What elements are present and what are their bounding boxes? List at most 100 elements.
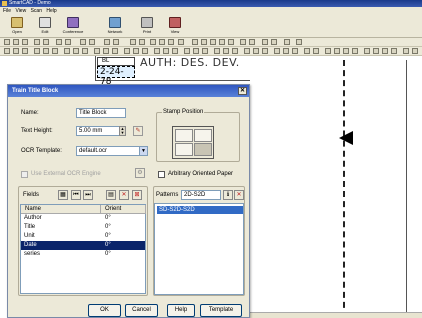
field-row-selected[interactable]: Date 0°: [21, 241, 145, 250]
erase-icon[interactable]: [82, 48, 88, 54]
fields-last-button[interactable]: ⏭: [83, 190, 93, 200]
patterns-list[interactable]: SD-S2D-S2D: [154, 203, 244, 295]
marker-icon[interactable]: [292, 48, 298, 54]
deskew-icon[interactable]: [232, 48, 238, 54]
field-row[interactable]: series 0°: [21, 250, 145, 259]
tool-g-icon[interactable]: [334, 48, 340, 54]
tool-l-icon[interactable]: [382, 48, 388, 54]
dim-icon[interactable]: [73, 48, 79, 54]
color-icon[interactable]: [274, 48, 280, 54]
save-icon[interactable]: [22, 39, 28, 45]
cancel-button[interactable]: Cancel: [125, 304, 158, 317]
copy-icon[interactable]: [43, 39, 49, 45]
rect-icon[interactable]: [34, 48, 40, 54]
refresh-icon[interactable]: [240, 39, 246, 45]
ok-button[interactable]: OK: [88, 304, 121, 317]
fillet-icon[interactable]: [154, 48, 160, 54]
trim-icon[interactable]: [94, 48, 100, 54]
column-header-orient[interactable]: Orient: [101, 205, 146, 214]
ocr-template-select[interactable]: default.ocr ▼: [76, 146, 148, 156]
filter-icon[interactable]: [253, 48, 259, 54]
menu-help[interactable]: Help: [46, 8, 56, 14]
text-height-spinner[interactable]: ▲ ▼: [119, 126, 126, 136]
use-external-ocr-checkbox[interactable]: [21, 171, 28, 178]
stamp-cell-bottom-right[interactable]: [194, 143, 212, 156]
arbitrary-oriented-checkbox[interactable]: [158, 171, 165, 178]
stamp-position-grid[interactable]: [172, 126, 214, 159]
cut-icon[interactable]: [56, 39, 62, 45]
pattern-delete-button[interactable]: ✕: [234, 190, 244, 200]
menu-view[interactable]: View: [15, 8, 26, 14]
block-icon[interactable]: [172, 48, 178, 54]
fields-table-button[interactable]: ▤: [106, 190, 116, 200]
tool-n-icon[interactable]: [403, 48, 409, 54]
mirror-icon[interactable]: [139, 39, 145, 45]
horizontal-scrollbar[interactable]: [250, 312, 422, 318]
fill-icon[interactable]: [262, 48, 268, 54]
network-button[interactable]: Network: [104, 17, 126, 37]
circle-icon[interactable]: [22, 48, 28, 54]
scan-icon[interactable]: [34, 39, 40, 45]
menu-file[interactable]: File: [3, 8, 11, 14]
grid-icon[interactable]: [168, 39, 174, 45]
title-block-selected-cell[interactable]: 2-24-78: [97, 66, 135, 87]
tool-h-icon[interactable]: [343, 48, 349, 54]
conference-button[interactable]: Conference: [62, 17, 84, 37]
pattern-input[interactable]: 2D-S2D: [181, 190, 221, 200]
properties-icon[interactable]: [249, 39, 255, 45]
field-row[interactable]: Author 0°: [21, 214, 145, 223]
chamfer-icon[interactable]: [163, 48, 169, 54]
zoom-all-icon[interactable]: [219, 39, 225, 45]
tool-i-icon[interactable]: [352, 48, 358, 54]
template-button[interactable]: Template: [200, 304, 242, 317]
line-icon[interactable]: [4, 48, 10, 54]
ocr-icon[interactable]: [193, 48, 199, 54]
tool-f-icon[interactable]: [325, 48, 331, 54]
fields-list[interactable]: Name Orient Author 0° Title 0° Unit 0° D…: [20, 204, 146, 294]
layer-icon[interactable]: [159, 39, 165, 45]
stamp-cell-top-left[interactable]: [175, 129, 193, 142]
pick-height-button[interactable]: ✎: [133, 126, 143, 136]
scale-icon[interactable]: [142, 48, 148, 54]
select-icon[interactable]: [104, 39, 110, 45]
tool-k-icon[interactable]: [373, 48, 379, 54]
print-button[interactable]: Print: [136, 17, 158, 37]
tool-c-icon[interactable]: [284, 39, 290, 45]
pan-icon[interactable]: [113, 39, 119, 45]
extend-icon[interactable]: [103, 48, 109, 54]
paste-icon[interactable]: [65, 39, 71, 45]
zoom-fit-icon[interactable]: [228, 39, 234, 45]
view-button[interactable]: View: [164, 17, 186, 37]
crop-icon[interactable]: [244, 48, 250, 54]
arc-icon[interactable]: [13, 48, 19, 54]
raster-icon[interactable]: [214, 48, 220, 54]
offset-icon[interactable]: [112, 48, 118, 54]
poly-icon[interactable]: [43, 48, 49, 54]
fields-clear-button[interactable]: ⊠: [132, 190, 142, 200]
fields-delete-button[interactable]: ✕: [119, 190, 129, 200]
stamp-cell-top-right[interactable]: [194, 129, 212, 142]
zoom-window-icon[interactable]: [192, 39, 198, 45]
snap-icon[interactable]: [178, 39, 184, 45]
vectorize-icon[interactable]: [202, 48, 208, 54]
tool-m-icon[interactable]: [391, 48, 397, 54]
undo-icon[interactable]: [80, 39, 86, 45]
stamp-cell-bottom-left[interactable]: [175, 143, 193, 156]
field-row[interactable]: Title 0°: [21, 223, 145, 232]
open-file-icon[interactable]: [13, 39, 19, 45]
edit-button[interactable]: Edit: [34, 17, 56, 37]
pattern-info-button[interactable]: ℹ: [223, 190, 233, 200]
tool-j-icon[interactable]: [364, 48, 370, 54]
copy-obj-icon[interactable]: [133, 48, 139, 54]
hatch-icon[interactable]: [64, 48, 70, 54]
open-button[interactable]: Open: [6, 17, 28, 37]
pattern-item-selected[interactable]: SD-S2D-S2D: [157, 206, 243, 214]
close-icon[interactable]: ✕: [238, 87, 247, 95]
fields-first-button[interactable]: ⏮: [71, 190, 81, 200]
move-icon[interactable]: [124, 48, 130, 54]
field-row[interactable]: Unit 0°: [21, 232, 145, 241]
tool-e-icon[interactable]: [313, 48, 319, 54]
zoom-out-icon[interactable]: [210, 39, 216, 45]
name-input[interactable]: Title Block: [76, 108, 126, 118]
tool-d-icon[interactable]: [296, 39, 302, 45]
